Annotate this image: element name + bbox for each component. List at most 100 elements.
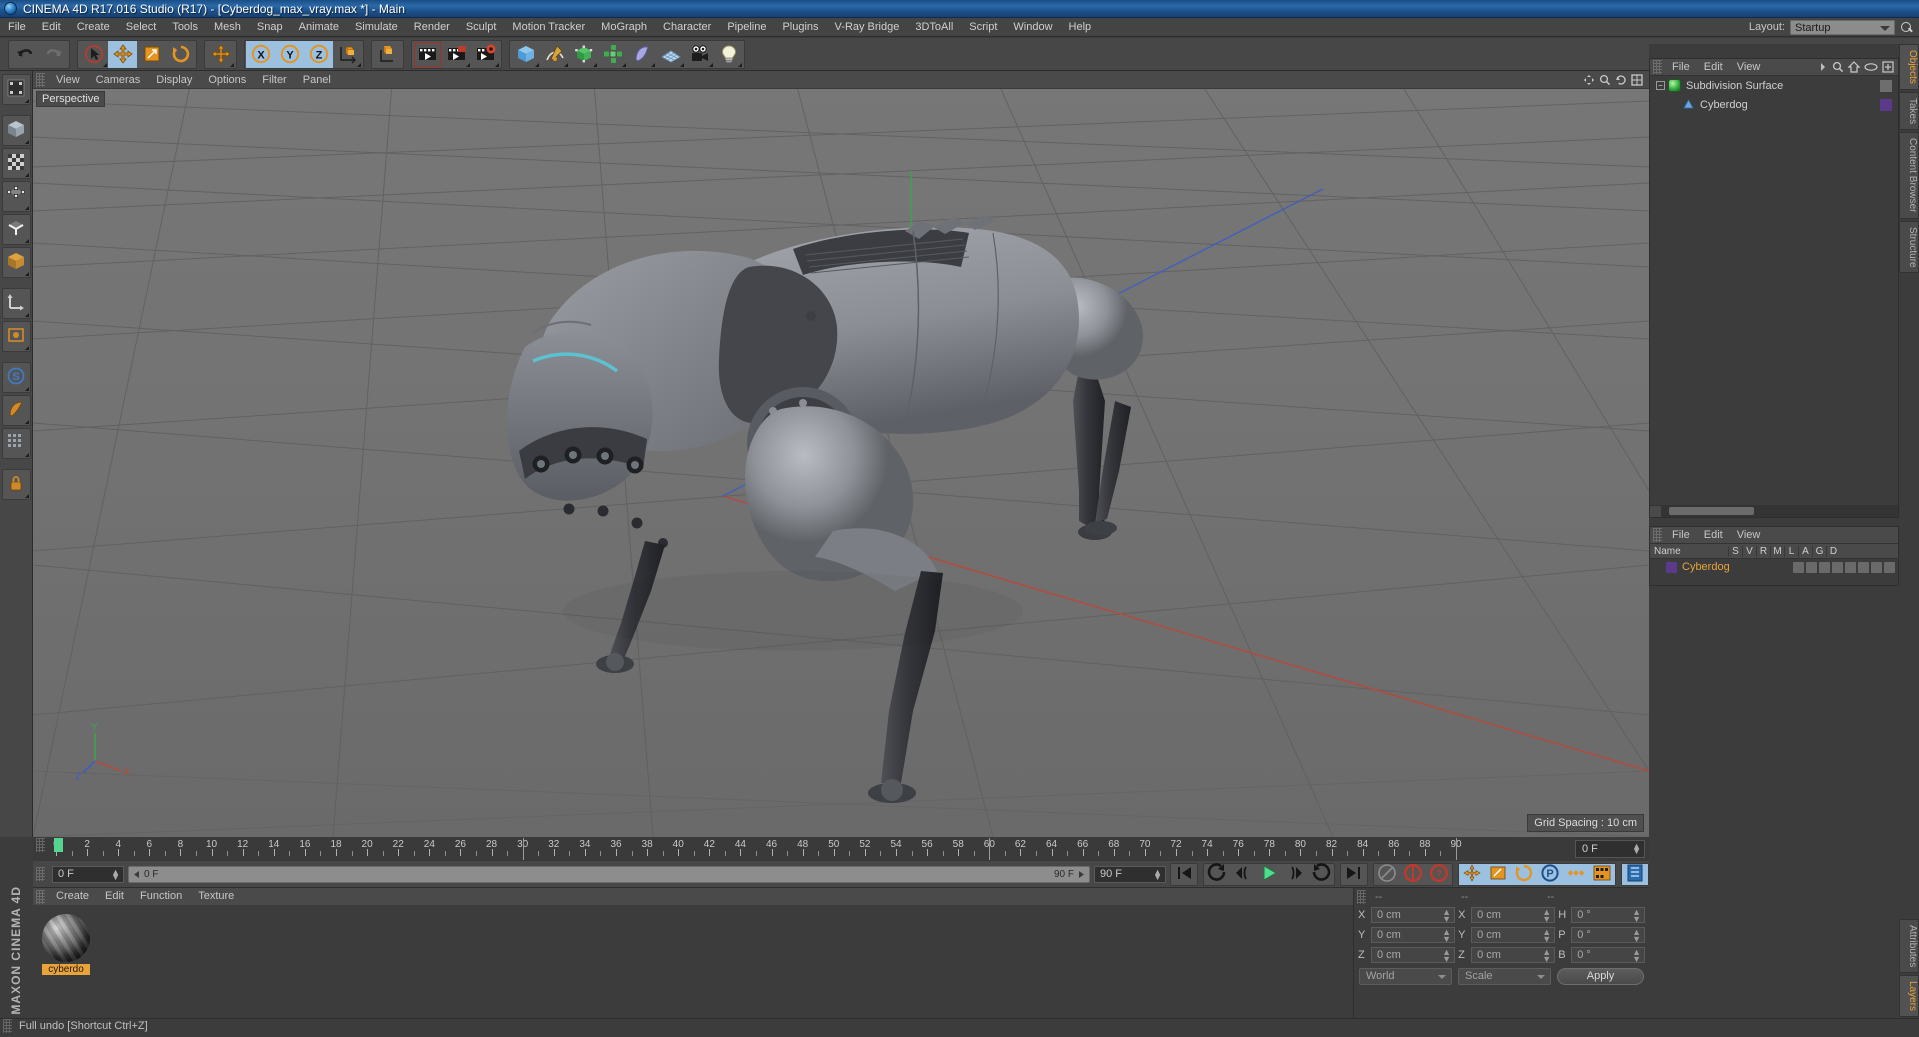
layer-generators-icon[interactable] xyxy=(1871,561,1882,573)
toolbar-button-rotate[interactable] xyxy=(166,41,195,68)
flyout-corner-icon[interactable] xyxy=(24,140,29,144)
menu-item-create[interactable]: Create xyxy=(69,18,118,37)
left-tool-viewport-solo[interactable] xyxy=(1,321,31,352)
layer-locked-icon[interactable] xyxy=(1845,561,1856,573)
layer-column-d[interactable]: D xyxy=(1826,545,1840,557)
flyout-corner-icon[interactable] xyxy=(24,272,29,276)
scrollbar-thumb[interactable] xyxy=(1669,507,1754,515)
layout-icon[interactable] xyxy=(1882,61,1894,73)
zoom-view-icon[interactable] xyxy=(1599,74,1611,86)
material-menu-function[interactable]: Function xyxy=(132,888,190,905)
layer-rows[interactable]: Cyberdog xyxy=(1650,559,1898,575)
toolbar-button-render-to-picture-viewer[interactable] xyxy=(442,41,471,68)
playback-button-rotation-key[interactable] xyxy=(1511,863,1537,885)
flyout-corner-icon[interactable] xyxy=(24,99,29,103)
playback-button-next-frame[interactable] xyxy=(1282,864,1308,885)
left-tool-lock[interactable] xyxy=(1,469,31,500)
layer-render-icon[interactable] xyxy=(1819,561,1830,573)
timeline-frame-field[interactable]: 0 F ▲ ▼ xyxy=(1575,840,1645,858)
spinner-icon[interactable]: ▲ ▼ xyxy=(1542,928,1551,944)
layer-column-g[interactable]: G xyxy=(1812,545,1826,557)
toolbar-button-generator-nurbs[interactable] xyxy=(569,41,598,68)
object-row[interactable]: Cyberdog xyxy=(1650,95,1898,114)
end-frame-field[interactable]: 90 F ▲ ▼ xyxy=(1094,865,1166,883)
left-tool-texture-mode[interactable] xyxy=(1,148,31,179)
layer-row[interactable]: Cyberdog xyxy=(1650,559,1898,575)
pan-view-icon[interactable] xyxy=(1583,74,1595,86)
toolbar-button-scene-floor[interactable] xyxy=(656,41,685,68)
playback-button-next-key[interactable] xyxy=(1308,862,1334,885)
toolbar-button-scale[interactable] xyxy=(137,41,166,68)
menu-item-help[interactable]: Help xyxy=(1061,18,1100,37)
playback-button-param-key[interactable]: P xyxy=(1537,863,1563,885)
menu-item-file[interactable]: File xyxy=(0,18,34,37)
flyout-corner-icon[interactable] xyxy=(24,206,29,210)
playback-button-previous-frame[interactable] xyxy=(1230,864,1256,885)
flyout-corner-icon[interactable] xyxy=(709,62,713,67)
range-start-marker[interactable]: 0 F xyxy=(132,868,158,881)
object-color-swatch[interactable] xyxy=(1880,99,1892,111)
viewport-menu-panel[interactable]: Panel xyxy=(295,71,339,89)
rotate-view-icon[interactable] xyxy=(1615,74,1627,86)
toolbar-button-z-axis[interactable]: Z xyxy=(304,40,333,68)
layer-color-swatch[interactable] xyxy=(1666,561,1677,573)
spinner-icon[interactable]: ▲ ▼ xyxy=(1542,908,1551,924)
coord-rotation-field[interactable]: 0 ° ▲ ▼ xyxy=(1571,927,1646,944)
playback-button-record-active[interactable]: ? xyxy=(1426,863,1452,885)
flyout-corner-icon[interactable] xyxy=(651,62,655,67)
layer-column-m[interactable]: M xyxy=(1770,545,1784,557)
spinner-icon[interactable]: ▲ ▼ xyxy=(1632,948,1641,964)
flyout-corner-icon[interactable] xyxy=(680,62,684,67)
toolbar-button-redo[interactable] xyxy=(39,41,68,68)
menu-item-mograph[interactable]: MoGraph xyxy=(593,18,655,37)
material-menu-texture[interactable]: Texture xyxy=(190,888,242,905)
panel-grip-icon[interactable] xyxy=(36,867,45,881)
coord-rotation-field[interactable]: 0 ° ▲ ▼ xyxy=(1571,907,1646,924)
toolbar-button-x-axis[interactable]: X xyxy=(246,40,275,68)
toolbar-button-object-axis[interactable] xyxy=(373,41,402,68)
coord-position-field[interactable]: 0 cm ▲ ▼ xyxy=(1371,947,1456,964)
menu-item-script[interactable]: Script xyxy=(961,18,1005,37)
menu-item-mesh[interactable]: Mesh xyxy=(206,18,249,37)
flyout-corner-icon[interactable] xyxy=(622,62,626,67)
viewport-menu-view[interactable]: View xyxy=(48,71,88,89)
playback-button-previous-key[interactable] xyxy=(1204,862,1230,885)
toolbar-button-move-cross[interactable] xyxy=(206,41,235,68)
flyout-corner-icon[interactable] xyxy=(24,494,29,498)
flyout-corner-icon[interactable] xyxy=(24,313,29,317)
timeline-ruler[interactable]: 0246810121416182022242628303234363840424… xyxy=(48,838,1571,860)
playback-button-record-options[interactable] xyxy=(1374,863,1400,885)
playback-button-autokey[interactable] xyxy=(1400,863,1426,885)
search-icon[interactable] xyxy=(1900,21,1913,34)
coordinate-mode-select[interactable]: Scale xyxy=(1458,968,1551,985)
toolbar-button-y-axis[interactable]: Y xyxy=(275,40,304,68)
playback-button-timeline-toggle[interactable] xyxy=(1622,863,1648,885)
toolbar-button-mograph[interactable] xyxy=(598,41,627,68)
playback-button-position-key[interactable] xyxy=(1459,863,1485,885)
playback-button-go-to-end[interactable] xyxy=(1341,864,1367,885)
toolbar-button-render-settings[interactable] xyxy=(471,41,500,68)
viewport-menu-filter[interactable]: Filter xyxy=(254,71,294,89)
layer-column-name[interactable]: Name xyxy=(1650,546,1728,557)
object-color-swatch[interactable] xyxy=(1880,80,1892,92)
expander-icon[interactable]: − xyxy=(1656,81,1665,90)
flyout-corner-icon[interactable] xyxy=(24,453,29,457)
toolbar-button-cube-primitive[interactable] xyxy=(511,41,540,68)
panel-grip-icon[interactable] xyxy=(36,838,45,852)
playback-button-go-to-start[interactable] xyxy=(1171,864,1197,885)
menu-item-window[interactable]: Window xyxy=(1005,18,1060,37)
spinner-icon[interactable]: ▲ ▼ xyxy=(111,867,120,881)
menu-item-snap[interactable]: Snap xyxy=(249,18,291,37)
menu-item-edit[interactable]: Edit xyxy=(34,18,69,37)
flyout-corner-icon[interactable] xyxy=(466,62,470,67)
panel-grip-icon[interactable] xyxy=(1653,60,1662,74)
left-tool-axis-mode[interactable] xyxy=(1,288,31,319)
right-tab-attributes[interactable]: Attributes xyxy=(1899,918,1919,973)
spinner-icon[interactable]: ▲ ▼ xyxy=(1632,842,1641,856)
apply-button[interactable]: Apply xyxy=(1557,968,1644,985)
toolbar-button-select-cursor[interactable] xyxy=(79,41,108,68)
toolbar-button-deformer[interactable] xyxy=(627,41,656,68)
left-tool-points-mode[interactable] xyxy=(1,181,31,212)
material-menu-edit[interactable]: Edit xyxy=(97,888,132,905)
panel-grip-icon[interactable] xyxy=(36,72,45,87)
